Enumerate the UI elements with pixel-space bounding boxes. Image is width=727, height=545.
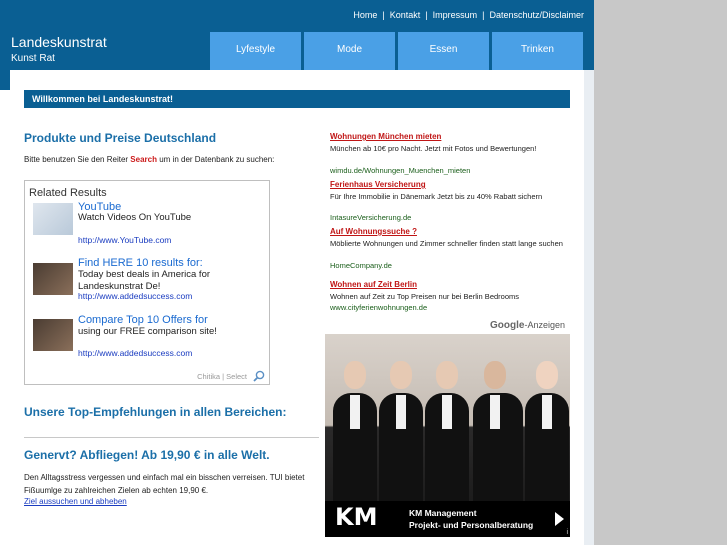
promo-heading: Genervt? Abfliegen! Ab 19,90 € in alle W…: [24, 448, 270, 462]
result-thumbnail: [33, 263, 73, 295]
ad-url-link[interactable]: www.cityferienwohnungen.de: [330, 303, 427, 312]
banner-tagline: Projekt- und Personalberatung: [409, 520, 534, 530]
tab-trinken[interactable]: Trinken: [492, 32, 583, 70]
banner-person: [525, 351, 569, 501]
nav-impressum-link[interactable]: Impressum: [433, 10, 478, 20]
ad-info-icon[interactable]: i: [566, 529, 568, 536]
products-heading: Produkte und Preise Deutschland: [24, 131, 217, 145]
search-icon[interactable]: [253, 370, 265, 382]
top-recommendations-heading: Unsere Top-Empfehlungen in allen Bereich…: [24, 405, 287, 419]
google-ads-suffix: -Anzeigen: [524, 320, 565, 330]
tab-lyfestyle[interactable]: Lyfestyle: [210, 32, 301, 70]
tab-mode[interactable]: Mode: [304, 32, 395, 70]
intro-text: Bitte benutzen Sie den Reiter Search um …: [24, 155, 274, 164]
banner-person: [379, 351, 423, 501]
banner-person: [333, 351, 377, 501]
site-subtitle: Kunst Rat: [11, 53, 55, 64]
result-url-link[interactable]: http://www.addedsuccess.com: [78, 291, 192, 301]
result-description: Watch Videos On YouTube: [78, 212, 192, 223]
promo-link[interactable]: Ziel aussuchen und abheben: [24, 497, 127, 506]
ad-text: Für Ihre Immobilie in Dänemark Jetzt bis…: [330, 192, 543, 201]
chitika-footer[interactable]: Chitika | Select: [197, 372, 247, 381]
search-keyword: Search: [130, 155, 157, 164]
site-title[interactable]: Landeskunstrat: [11, 34, 107, 50]
ad-url-link[interactable]: wimdu.de/Wohnungen_Muenchen_mieten: [330, 166, 470, 175]
km-banner-ad[interactable]: KM KM Management Projekt- und Personalbe…: [325, 334, 570, 537]
intro-text-end: um in der Datenbank zu suchen:: [156, 155, 275, 164]
result-url-link[interactable]: http://www.YouTube.com: [78, 235, 171, 245]
nav-home-link[interactable]: Home: [353, 10, 377, 20]
nav-separator: |: [425, 10, 428, 20]
promo-link-wrap: Ziel aussuchen und abheben: [24, 497, 127, 506]
play-arrow-icon[interactable]: [555, 512, 564, 526]
section-divider: [24, 437, 319, 438]
ad-title-link[interactable]: Auf Wohnungssuche ?: [330, 227, 417, 236]
km-logo: KM: [335, 503, 378, 531]
content-border: [584, 70, 594, 545]
nav-separator: |: [482, 10, 485, 20]
related-results-box: Related Results YouTube Watch Videos On …: [24, 180, 270, 385]
promo-text: Den Alltagsstress vergessen und einfach …: [24, 473, 305, 495]
ad-text: Möblierte Wohnungen und Zimmer schneller…: [330, 239, 563, 248]
ad-text: Wohnen auf Zeit zu Top Preisen nur bei B…: [330, 292, 519, 301]
related-results-title: Related Results: [29, 187, 107, 199]
ad-title-link[interactable]: Wohnungen München mieten: [330, 132, 441, 141]
nav-separator: |: [382, 10, 385, 20]
google-ads-label[interactable]: Google-Anzeigen: [490, 320, 565, 331]
result-description: Today best deals in America for Landesku…: [78, 269, 211, 292]
result-description: using our FREE comparison site!: [78, 326, 217, 337]
page: Home | Kontakt | Impressum | Datenschutz/Discl…: [0, 0, 594, 545]
intro-text-start: Bitte benutzen Sie den Reiter: [24, 155, 131, 164]
ad-url-link[interactable]: HomeCompany.de: [330, 261, 392, 270]
ad-url-link[interactable]: IntasureVersicherung.de: [330, 213, 411, 222]
result-url-link[interactable]: http://www.addedsuccess.com: [78, 348, 192, 358]
banner-company: KM Management: [409, 508, 477, 518]
result-title-link[interactable]: Compare Top 10 Offers for: [78, 314, 208, 326]
ad-title-link[interactable]: Wohnen auf Zeit Berlin: [330, 280, 417, 289]
result-thumbnail: [33, 203, 73, 235]
nav-datenschutz-link[interactable]: Datenschutz/Disclaimer: [489, 10, 584, 20]
google-logo: Google: [490, 320, 525, 331]
result-title-link[interactable]: Find HERE 10 results for:: [78, 257, 203, 269]
banner-person: [425, 351, 469, 501]
nav-kontakt-link[interactable]: Kontakt: [390, 10, 421, 20]
banner-person: [473, 351, 523, 501]
ad-title-link[interactable]: Ferienhaus Versicherung: [330, 180, 426, 189]
ad-text: München ab 10€ pro Nacht. Jetzt mit Foto…: [330, 144, 537, 153]
welcome-bar: Willkommen bei Landeskunstrat!: [24, 90, 570, 108]
top-navigation: Home | Kontakt | Impressum | Datenschutz/Discl…: [353, 10, 584, 20]
tab-essen[interactable]: Essen: [398, 32, 489, 70]
result-thumbnail: [33, 319, 73, 351]
